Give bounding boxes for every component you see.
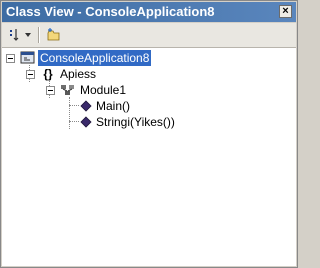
- tree-label-member: Main(): [96, 99, 131, 113]
- close-icon: ×: [282, 5, 289, 17]
- class-tree[interactable]: ConsoleApplication8 {} Apiess Module1 Ma…: [2, 48, 296, 266]
- sort-by-button[interactable]: [6, 26, 34, 44]
- tree-node-member[interactable]: Main(): [2, 98, 202, 114]
- new-folder-button[interactable]: [44, 26, 64, 44]
- method-icon: [80, 116, 92, 128]
- new-folder-icon: [47, 28, 60, 41]
- close-button[interactable]: ×: [279, 5, 292, 18]
- chevron-down-icon[interactable]: [25, 33, 31, 37]
- method-icon: [80, 100, 92, 112]
- module-icon: [61, 85, 74, 95]
- tree-label-member: Stringi(Yikes()): [96, 115, 175, 129]
- class-view-window: Class View - ConsoleApplication8 × Conso…: [0, 0, 298, 268]
- tree-node-module[interactable]: Module1: [2, 82, 202, 98]
- collapse-toggle[interactable]: [6, 54, 15, 63]
- title-bar[interactable]: Class View - ConsoleApplication8 ×: [2, 2, 296, 22]
- collapse-toggle[interactable]: [46, 86, 55, 95]
- tree-node-project[interactable]: ConsoleApplication8: [2, 50, 202, 66]
- tree-label-module: Module1: [80, 83, 127, 97]
- tree-node-namespace[interactable]: {} Apiess: [2, 66, 202, 82]
- window-title: Class View - ConsoleApplication8: [6, 4, 215, 19]
- tree-label-namespace: Apiess: [60, 67, 97, 81]
- namespace-icon: {}: [43, 67, 53, 81]
- collapse-toggle[interactable]: [26, 70, 35, 79]
- tree-node-member[interactable]: Stringi(Yikes()): [2, 114, 202, 130]
- sort-icon: [10, 29, 19, 41]
- toolbar-separator: [38, 27, 40, 43]
- tree-label-project: ConsoleApplication8: [38, 50, 152, 66]
- project-icon: [20, 51, 35, 64]
- toolbar: [2, 23, 296, 48]
